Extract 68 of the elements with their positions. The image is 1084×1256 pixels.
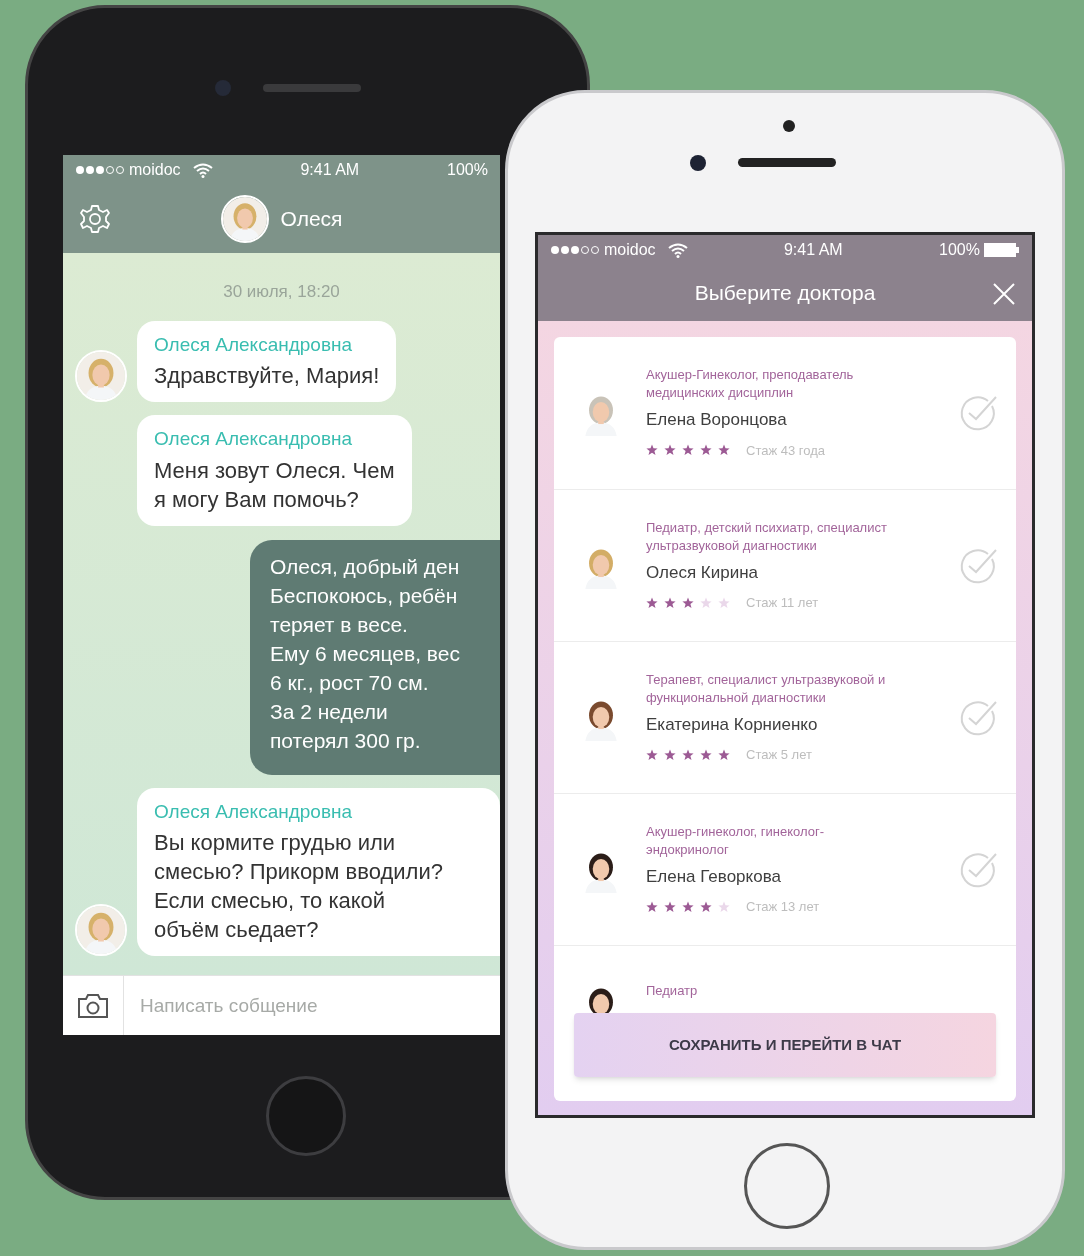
clock-time: 9:41 AM [300,160,360,180]
star-icon [718,900,730,913]
settings-icon[interactable] [79,203,111,235]
star-icon [718,444,730,457]
doctor-row[interactable]: Педиатр, детский психиатр, специалист ультразвуковой диагностики Олеся Кирина Стаж 11 лет [554,489,1016,641]
message-text: Вы кормите грудью или смесью? Прикорм вводили? Если смесью, то какой объём сьедает? [154,829,444,944]
star-icon [718,748,730,761]
save-button[interactable]: СОХРАНИТЬ И ПЕРЕЙТИ В ЧАТ [574,1013,996,1077]
message-text: Здравствуйте, Мария! [154,362,380,390]
star-icon [700,596,712,609]
message-input[interactable]: Написать собщение [123,975,500,1035]
doctor-name: Екатерина Корниенко [646,713,819,736]
contact-name: Олеся [280,206,343,233]
doctor-name: Елена Воронцова [646,409,788,431]
doctor-specialty: Педиатр, детский психиатр, специалист ультразвуковой диагностики [646,518,888,555]
doctor-row[interactable]: Акушер-гинеколог, гинеколог-эндокринолог Елена Геворкова Стаж 13 лет [554,793,1016,945]
star-icon [682,596,694,609]
doctor-row[interactable]: Акушер-Гинеколог, преподаватель медицинских дисциплин Елена Воронцова Стаж 43 года [554,337,1016,489]
star-icon [682,444,694,457]
star-icon [700,444,712,457]
sender-name: Олеся Александровна [154,332,354,357]
doctor-specialty: Акушер-Гинеколог, преподаватель медицинских дисциплин [646,366,855,402]
close-icon[interactable] [992,282,1016,306]
camera-button[interactable] [63,975,123,1035]
star-icon [646,748,658,761]
date-label: 30 июля, 18:20 [222,281,341,303]
doctor-row[interactable]: Терапевт, специалист ультразвуковой и функциональной диагностики Екатерина Корниенко Стаж 5 лет [554,641,1016,793]
screen-title: Выберите доктора [694,280,876,307]
star-icon [664,596,676,609]
star-icon [646,900,658,913]
doctor-name: Елена Геворкова [646,865,782,888]
star-icon [700,748,712,761]
battery-level: 100% [447,160,488,180]
experience-label: Стаж 5 лет [746,746,812,764]
doctor-specialty: Педиатр [646,982,699,1000]
clock-time: 9:41 AM [783,240,843,260]
doctor-name: Олеся Кирина [646,561,760,584]
experience-label: Стаж 11 лет [746,594,819,612]
doctor-specialty: Акушер-гинеколог, гинеколог-эндокринолог [646,822,825,859]
experience-label: Стаж 13 лет [746,898,820,916]
star-icon [664,900,676,913]
experience-label: Стаж 43 года [746,441,826,460]
signal-icon [75,165,125,175]
message-text: Олеся, добрый ден Беспокоюсь, ребён теряет в весе. Ему 6 месяцев, вес 6 кг., рост 70 см. За 2 недели потерял 300 гр. [270,553,461,754]
sender-name: Олеся Александровна [154,427,354,451]
check-circle-icon[interactable] [958,850,998,889]
check-circle-icon[interactable] [958,698,998,737]
camera-icon[interactable] [77,992,109,1019]
battery-icon [984,243,1020,257]
sender-name: Олеся Александровна [154,799,354,824]
star-icon [718,596,730,609]
signal-icon [550,245,600,255]
star-icon [646,596,658,609]
star-icon [664,444,676,457]
carrier-name: moidoc [129,160,181,180]
star-icon [700,900,712,913]
check-circle-icon[interactable] [958,394,998,432]
message-text: Меня зовут Олеся. Чем я могу Вам помочь? [154,456,395,514]
star-icon [646,444,658,457]
wifi-icon [192,162,213,178]
doctor-specialty: Терапевт, специалист ультразвуковой и функциональной диагностики [646,670,887,707]
wifi-icon [667,242,688,258]
star-icon [664,748,676,761]
star-icon [682,748,694,761]
star-icon [682,900,694,913]
battery-level: 100% [939,240,980,260]
carrier-name: moidoc [604,240,656,260]
check-circle-icon[interactable] [958,546,998,585]
